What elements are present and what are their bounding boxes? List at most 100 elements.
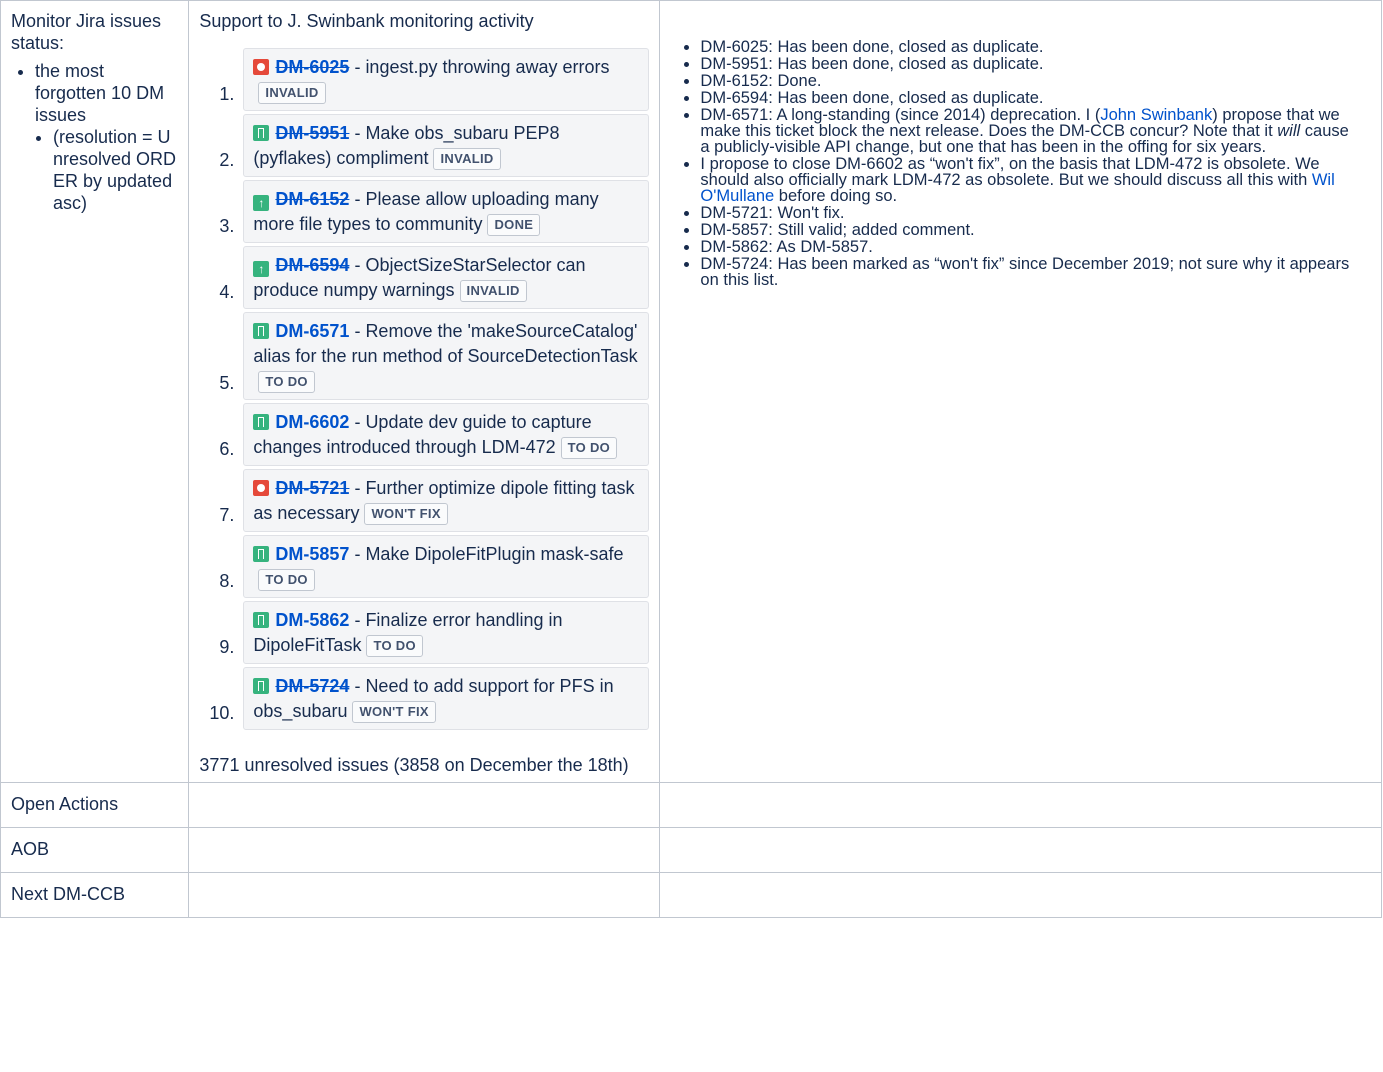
note-item: DM-5951: Has been done, closed as duplic… — [700, 56, 1361, 73]
list-number: 8. — [219, 571, 235, 591]
issue-key-link[interactable]: DM-5724 — [275, 676, 349, 696]
table-row-next-dm-ccb: Next DM-CCB — [0, 872, 1382, 918]
jira-issue-item: 5. DM-6571 - Remove the 'makeSourceCatalo… — [199, 312, 650, 400]
status-badge: TO DO — [258, 371, 315, 393]
note-item: DM-6571: A long-standing (since 2014) de… — [700, 107, 1361, 156]
status-badge: TO DO — [258, 569, 315, 591]
separator: - — [349, 610, 366, 630]
separator: - — [349, 478, 366, 498]
status-badge: DONE — [487, 214, 541, 236]
jira-issue-card: DM-5724 - Need to add support for PFS in… — [243, 667, 650, 730]
jira-issue-item: 4. ↑ DM-6594 - ObjectSizeStarSelector can … — [199, 246, 650, 309]
table-row-jira-monitor: Monitor Jira issues status: the most for… — [0, 0, 1382, 783]
separator: - — [349, 412, 366, 432]
status-badge: WON'T FIX — [364, 503, 448, 525]
topic-bullet: the most forgotten 10 DM issues (resolut… — [35, 60, 178, 214]
story-icon — [253, 678, 270, 694]
separator: - — [349, 544, 366, 564]
row-label: AOB — [11, 839, 50, 859]
list-number: 1. — [219, 84, 235, 104]
status-badge: TO DO — [560, 437, 618, 459]
story-icon — [253, 612, 270, 628]
notes-list: DM-6025: Has been done, closed as duplic… — [680, 39, 1361, 289]
table-row-aob: AOB — [0, 827, 1382, 873]
note-item: DM-5724: Has been marked as “won't fix” … — [700, 256, 1361, 289]
topic-bullets: the most forgotten 10 DM issues (resolut… — [11, 60, 178, 214]
separator: - — [349, 321, 366, 341]
status-badge: TO DO — [366, 635, 423, 657]
list-number: 9. — [219, 637, 235, 657]
issue-key-link[interactable]: DM-6602 — [275, 412, 349, 432]
story-icon — [253, 546, 270, 562]
story-icon — [253, 414, 270, 430]
issue-key-link[interactable]: DM-6152 — [275, 189, 349, 209]
jira-issue-card: ↑ DM-6152 - Please allow uploading many m… — [243, 180, 650, 243]
story-icon — [253, 323, 270, 339]
jira-issue-card: DM-6571 - Remove the 'makeSourceCatalog'… — [243, 312, 650, 400]
status-badge: INVALID — [433, 148, 501, 170]
note-item: DM-6152: Done. — [700, 73, 1361, 90]
note-item: DM-6025: Has been done, closed as duplic… — [700, 39, 1361, 56]
meeting-table: Monitor Jira issues status: the most for… — [0, 0, 1382, 918]
jira-issue-item: 10. DM-5724 - Need to add support for PFS… — [199, 667, 650, 730]
bug-icon — [253, 59, 270, 75]
list-number: 7. — [219, 505, 235, 525]
list-number: 5. — [219, 373, 235, 393]
jira-issue-item: 2. DM-5951 - Make obs_subaru PEP8 (pyflak… — [199, 114, 650, 177]
jira-issue-item: 3. ↑ DM-6152 - Please allow uploading many… — [199, 180, 650, 243]
list-number: 2. — [219, 150, 235, 170]
note-item: DM-5862: As DM-5857. — [700, 239, 1361, 256]
jira-issue-card: DM-5951 - Make obs_subaru PEP8 (pyflakes… — [243, 114, 650, 177]
cell-notes: DM-6025: Has been done, closed as duplic… — [659, 0, 1382, 783]
separator: - — [349, 57, 366, 77]
issue-key-link[interactable]: DM-6594 — [275, 255, 349, 275]
jira-issue-card: DM-5857 - Make DipoleFitPlugin mask-safe… — [243, 535, 650, 598]
jira-issue-card: DM-6025 - ingest.py throwing away errors… — [243, 48, 650, 111]
separator: - — [349, 255, 366, 275]
issue-summary: ingest.py throwing away errors — [365, 57, 610, 77]
note-item: I propose to close DM-6602 as “won't fix… — [700, 156, 1361, 205]
status-badge: INVALID — [459, 280, 527, 302]
improvement-icon: ↑ — [253, 261, 270, 277]
status-badge: WON'T FIX — [352, 701, 436, 723]
jira-issue-item: 7. DM-5721 - Further optimize dipole fitt… — [199, 469, 650, 532]
list-number: 3. — [219, 216, 235, 236]
issue-key-link[interactable]: DM-6025 — [275, 57, 349, 77]
issue-key-link[interactable]: DM-5951 — [275, 123, 349, 143]
topic-title: Monitor Jira issues status: — [11, 11, 162, 53]
list-number: 10. — [209, 703, 235, 723]
note-item: DM-5857: Still valid; added comment. — [700, 222, 1361, 239]
issue-summary: Make DipoleFitPlugin mask-safe — [365, 544, 624, 564]
jira-issue-card: DM-5721 - Further optimize dipole fittin… — [243, 469, 650, 532]
jira-issue-list: 1. DM-6025 - ingest.py throwing away erro… — [199, 48, 650, 730]
separator: - — [349, 189, 366, 209]
list-number: 4. — [219, 282, 235, 302]
jira-heading: Support to J. Swinbank monitoring activi… — [199, 11, 534, 31]
bug-icon — [253, 480, 270, 496]
issue-key-link[interactable]: DM-5857 — [275, 544, 349, 564]
jira-issue-item: 8. DM-5857 - Make DipoleFitPlugin mask-sa… — [199, 535, 650, 598]
issue-key-link[interactable]: DM-5721 — [275, 478, 349, 498]
separator: - — [349, 123, 366, 143]
story-icon — [253, 125, 270, 141]
cell-topic: Monitor Jira issues status: the most for… — [0, 0, 190, 783]
cell-jira-list: Support to J. Swinbank monitoring activi… — [188, 0, 661, 783]
list-number: 6. — [219, 439, 235, 459]
status-badge: INVALID — [258, 82, 326, 104]
jira-issue-card: DM-5862 - Finalize error handling in Dip… — [243, 601, 650, 664]
row-label: Next DM-CCB — [11, 884, 126, 904]
table-row-open-actions: Open Actions — [0, 782, 1382, 828]
jira-issue-item: 9. DM-5862 - Finalize error handling in D… — [199, 601, 650, 664]
issue-key-link[interactable]: DM-6571 — [275, 321, 349, 341]
note-item: DM-6594: Has been done, closed as duplic… — [700, 90, 1361, 107]
jira-issue-item: 1. DM-6025 - ingest.py throwing away erro… — [199, 48, 650, 111]
separator: - — [349, 676, 366, 696]
jira-issue-item: 6. DM-6602 - Update dev guide to capture … — [199, 403, 650, 466]
jira-issue-card: DM-6602 - Update dev guide to capture ch… — [243, 403, 650, 466]
issue-key-link[interactable]: DM-5862 — [275, 610, 349, 630]
topic-sub-bullet: (resolution = Unresolved ORDER by update… — [53, 126, 178, 214]
row-label: Open Actions — [11, 794, 119, 814]
jira-issue-card: ↑ DM-6594 - ObjectSizeStarSelector can pr… — [243, 246, 650, 309]
note-item: DM-5721: Won't fix. — [700, 205, 1361, 222]
unresolved-count: 3771 unresolved issues (3858 on December… — [199, 755, 629, 775]
